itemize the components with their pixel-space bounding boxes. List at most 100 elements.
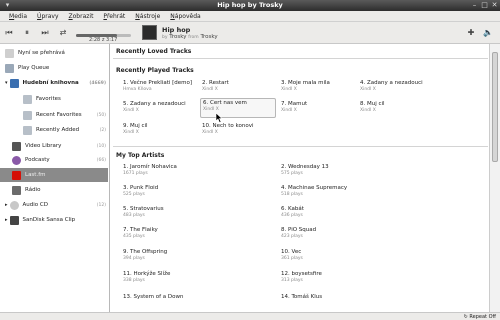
scrollbar-thumb[interactable] xyxy=(492,52,498,162)
sidebar-item-play-queue[interactable]: Play Queue xyxy=(5,61,105,75)
expand-arrow-icon[interactable]: ▸ xyxy=(5,202,8,208)
track-title: 6. Cert nas vem xyxy=(203,100,247,106)
top-artist[interactable]: 13. System of a Down xyxy=(123,294,273,311)
top-artist[interactable]: 9. The Offspring 394 plays xyxy=(123,249,273,266)
album-cover[interactable] xyxy=(142,25,157,40)
recent-track[interactable]: 9. Muj cil Xindl X xyxy=(123,123,199,143)
menu-prehrat[interactable]: Přehrát xyxy=(98,13,130,20)
minimize-icon[interactable]: – xyxy=(470,1,479,10)
maximize-icon[interactable]: □ xyxy=(480,1,489,10)
repeat-label: Repeat Off xyxy=(469,314,496,320)
recent-track[interactable]: 10. Nech to konovi Xindl X xyxy=(202,123,278,143)
top-artist[interactable]: 7. The Flaiky 435 plays xyxy=(123,227,273,244)
sidebar-item-label: Recently Added xyxy=(36,127,80,133)
sidebar-item-audio-cd[interactable]: ▸ Audio CD (12) xyxy=(5,198,106,212)
title-bar: Hip hop by Trosky xyxy=(0,0,500,11)
menu-media[interactable]: Media xyxy=(4,13,32,20)
recent-track-hovered[interactable]: 6. Cert nas vem Xindl X xyxy=(200,98,276,118)
artist-plays: 575 plays xyxy=(281,171,303,176)
divider xyxy=(113,58,488,59)
artist-plays: 423 plays xyxy=(281,234,303,239)
top-artist[interactable]: 3. Punk Floid 525 plays xyxy=(123,185,273,202)
track-title: 7. Mamut xyxy=(281,101,308,107)
track-artist: Xindl X xyxy=(360,87,376,92)
sidebar-item-now-playing[interactable]: Nyní se přehrává xyxy=(5,46,105,60)
top-artist[interactable]: 12. boysetsfire 313 plays xyxy=(281,271,431,288)
close-icon[interactable]: ✕ xyxy=(490,1,499,10)
menu-nastroje[interactable]: Nástroje xyxy=(130,13,165,20)
artist-name: 8. PiO Squad xyxy=(281,227,317,233)
artist-name: 4. Machinae Supremacy xyxy=(281,185,348,191)
add-icon[interactable]: ✚ xyxy=(465,27,477,39)
recent-track[interactable]: 8. Muj cil Xindl X xyxy=(360,101,436,121)
artist-name: 9. The Offspring xyxy=(123,249,168,255)
recent-track[interactable]: 2. Restart Xindl X xyxy=(202,80,278,100)
sidebar-item-label: Nyní se přehrává xyxy=(18,50,65,56)
menu-upravy[interactable]: Úpravy xyxy=(32,13,63,20)
collapse-arrow-icon[interactable]: ▾ xyxy=(5,80,8,86)
menu-napoveda[interactable]: Nápověda xyxy=(165,13,205,20)
top-artist[interactable]: 6. Kabát 436 plays xyxy=(281,206,431,223)
artist-plays: 483 plays xyxy=(123,213,145,218)
window-menu-icon[interactable]: ▾ xyxy=(3,1,12,10)
expand-arrow-icon[interactable]: ▸ xyxy=(5,217,8,223)
now-playing-subtitle: by Trosky from Trosky xyxy=(162,34,218,40)
top-artist[interactable]: 5. Stratovarius 483 plays xyxy=(123,206,273,223)
sidebar-item-label: Last.fm xyxy=(25,172,46,178)
track-artist: Xindl X xyxy=(360,108,376,113)
recent-track[interactable]: 4. Zadany a nezadouci Xindl X xyxy=(360,80,436,100)
shuffle-icon[interactable]: ⇄ xyxy=(57,27,69,39)
sidebar-item-label: Podcasty xyxy=(25,157,50,163)
sidebar-item-label: Hudební knihovna xyxy=(22,80,79,86)
previous-icon[interactable]: ⏮ xyxy=(3,27,15,39)
recent-track[interactable]: 1. Večne Prekliati [demo] Hmva Kňova xyxy=(123,80,199,100)
artist-name: 13. System of a Down xyxy=(123,294,184,300)
track-artist: Hmva Kňova xyxy=(123,87,152,92)
sidebar-item-recently-added[interactable]: Recently Added (2) xyxy=(23,123,106,137)
top-artist[interactable]: 8. PiO Squad 423 plays xyxy=(281,227,431,244)
track-artist: Xindl X xyxy=(123,130,139,135)
now-playing-title: Hip hop xyxy=(162,26,191,34)
sidebar-item-podcasts[interactable]: Podcasty (66) xyxy=(12,153,106,167)
pause-icon[interactable]: ⏸ xyxy=(21,27,33,39)
top-artist[interactable]: 14. Tomáš Klus xyxy=(281,294,431,311)
top-artist[interactable]: 10. Vec 361 plays xyxy=(281,249,431,266)
now-playing-artist[interactable]: Trosky xyxy=(169,34,186,40)
sidebar-item-label: Rádio xyxy=(25,187,41,193)
sidebar-item-radio[interactable]: Rádio xyxy=(12,183,106,197)
recent-track[interactable]: 5. Zadany a nezadouci Xindl X xyxy=(123,101,199,121)
top-artist[interactable]: 11. Horkýže Slíže 338 plays xyxy=(123,271,273,288)
sidebar-item-count: (4669) xyxy=(89,80,106,86)
sidebar-item-favorites[interactable]: Favorites xyxy=(23,92,106,106)
vertical-scrollbar[interactable] xyxy=(489,44,500,312)
top-artist[interactable]: 4. Machinae Supremacy 518 plays xyxy=(281,185,431,202)
repeat-toggle[interactable]: ↻ Repeat Off xyxy=(464,313,496,320)
music-note-icon xyxy=(9,78,19,88)
sidebar-item-recent-favorites[interactable]: Recent Favorites (50) xyxy=(23,108,106,122)
artist-plays: 525 plays xyxy=(123,192,145,197)
recent-track[interactable]: 7. Mamut Xindl X xyxy=(281,101,357,121)
mouse-cursor-icon xyxy=(215,113,223,123)
track-title: 8. Muj cil xyxy=(360,101,385,107)
track-artist: Xindl X xyxy=(281,108,297,113)
now-playing-album[interactable]: Trosky xyxy=(200,34,217,40)
track-title: 4. Zadany a nezadouci xyxy=(360,80,423,86)
now-playing-icon xyxy=(5,48,14,58)
play-queue-icon xyxy=(5,63,14,73)
sidebar-item-count: (2) xyxy=(99,127,106,133)
top-artist[interactable]: 1. Jaromír Nohavica 1671 plays xyxy=(123,164,273,181)
sidebar-item-music-library[interactable]: ▾ Hudební knihovna (4669) xyxy=(5,76,106,90)
volume-icon[interactable]: 🔈 xyxy=(482,27,494,39)
top-artist[interactable]: 2. Wednesday 13 575 plays xyxy=(281,164,431,181)
lastfm-icon xyxy=(12,170,21,180)
menu-zobrazit[interactable]: Zobrazit xyxy=(64,13,99,20)
player-toolbar: ⏮ ⏸ ⏭ ⇄ 2:28 z 3:17 ✚ 🔈 xyxy=(0,22,500,44)
recent-track[interactable]: 3. Moje mala mila Xindl X xyxy=(281,80,357,100)
artist-name: 12. boysetsfire xyxy=(281,271,322,277)
sidebar-item-sandisk[interactable]: ▸ SanDisk Sansa Clip xyxy=(5,213,106,227)
playlist-icon xyxy=(23,110,32,120)
sidebar-item-video-library[interactable]: Video Library (10) xyxy=(12,139,106,153)
sidebar-item-lastfm[interactable]: Last.fm xyxy=(0,168,108,182)
radio-icon xyxy=(12,185,21,195)
next-icon[interactable]: ⏭ xyxy=(39,27,51,39)
